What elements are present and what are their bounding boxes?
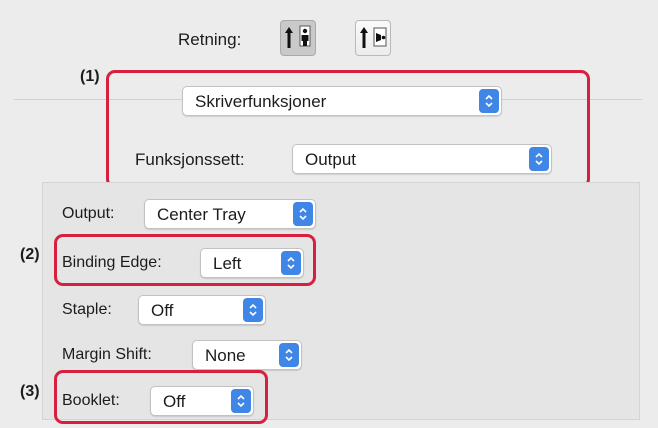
portrait-orientation-button[interactable] [280,20,316,56]
margin-shift-label: Margin Shift: [62,346,152,363]
staple-value: Off [151,301,174,320]
staple-label: Staple: [62,301,112,318]
chevron-updown-icon [479,89,499,113]
booklet-popup[interactable]: Off [150,386,254,416]
callout-marker-3: (3) [20,383,40,400]
margin-shift-value: None [205,346,246,365]
booklet-label: Booklet: [62,392,120,409]
feature-set-value: Output [305,150,357,169]
landscape-orientation-button[interactable] [355,20,391,56]
output-popup[interactable]: Center Tray [144,199,316,229]
portrait-person-icon [285,25,311,48]
chevron-updown-icon [279,343,299,367]
binding-edge-value: Left [213,254,242,273]
chevron-updown-icon [231,389,251,413]
panel-menu-popup[interactable]: Skriverfunksjoner [182,86,502,116]
chevron-updown-icon [529,147,549,171]
callout-marker-2: (2) [20,246,40,263]
feature-set-popup[interactable]: Output [292,144,552,174]
output-label: Output: [62,205,115,222]
callout-marker-1: (1) [80,68,100,85]
binding-edge-label: Binding Edge: [62,254,162,271]
landscape-person-icon [360,27,387,48]
margin-shift-popup[interactable]: None [192,340,302,370]
orientation-label: Retning: [178,30,242,49]
chevron-updown-icon [243,298,263,322]
panel-menu-value: Skriverfunksjoner [195,92,327,111]
staple-popup[interactable]: Off [138,295,266,325]
chevron-updown-icon [293,202,313,226]
output-value: Center Tray [157,205,246,224]
binding-edge-popup[interactable]: Left [200,248,304,278]
booklet-value: Off [163,392,186,411]
feature-set-label: Funksjonssett: [135,150,245,169]
chevron-updown-icon [281,251,301,275]
